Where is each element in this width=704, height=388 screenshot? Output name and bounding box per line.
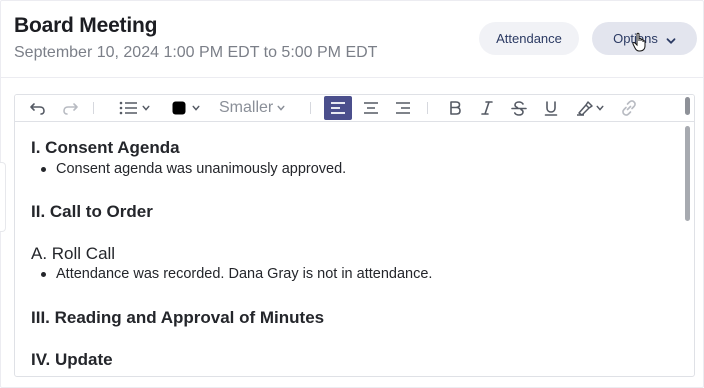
strikethrough-button[interactable] xyxy=(507,97,531,119)
chevron-down-icon xyxy=(141,104,150,112)
bold-icon xyxy=(448,100,462,116)
attendance-button-label: Attendance xyxy=(496,31,562,46)
underline-button[interactable] xyxy=(539,97,563,119)
toolbar-divider xyxy=(93,102,94,114)
align-right-icon xyxy=(395,101,411,115)
editor-content[interactable]: I. Consent Agenda Consent agenda was una… xyxy=(31,123,674,376)
notes-editor[interactable]: Smaller I. Consent Agenda Consent agenda… xyxy=(14,94,695,377)
italic-icon xyxy=(480,100,494,116)
text-color-dropdown[interactable] xyxy=(167,97,205,119)
section-heading: IV. Update xyxy=(31,350,113,369)
color-swatch-icon xyxy=(172,101,186,115)
underline-icon xyxy=(544,100,558,116)
align-center-button[interactable] xyxy=(359,97,383,119)
chevron-down-icon xyxy=(596,104,604,112)
subsection-heading: A. Roll Call xyxy=(31,244,116,263)
list-item: Consent agenda was unanimously approved. xyxy=(41,161,346,177)
link-button[interactable] xyxy=(617,97,641,119)
link-icon xyxy=(620,99,638,117)
section-heading: III. Reading and Approval of Minutes xyxy=(31,308,325,327)
toolbar-divider xyxy=(427,102,428,114)
align-right-button[interactable] xyxy=(391,97,415,119)
bullet-icon xyxy=(41,166,46,172)
meeting-title: Board Meeting xyxy=(14,14,158,37)
align-center-icon xyxy=(363,101,379,115)
bold-button[interactable] xyxy=(443,97,467,119)
meeting-datetime: September 10, 2024 1:00 PM EDT to 5:00 P… xyxy=(14,44,378,61)
bulleted-list-icon xyxy=(119,101,139,115)
content-scrollbar-thumb[interactable] xyxy=(685,126,690,221)
highlighter-icon xyxy=(576,100,594,116)
section-heading: II. Call to Order xyxy=(31,202,153,221)
undo-icon[interactable] xyxy=(27,97,49,119)
chevron-down-icon xyxy=(192,104,200,112)
list-dropdown[interactable] xyxy=(115,97,153,119)
attendance-button[interactable]: Attendance xyxy=(479,22,579,55)
toolbar-divider xyxy=(310,102,311,114)
align-left-button[interactable] xyxy=(324,96,352,120)
align-left-icon xyxy=(330,101,346,115)
strikethrough-icon xyxy=(511,100,527,116)
bullet-icon xyxy=(41,271,46,277)
list-item: Attendance was recorded. Dana Gray is no… xyxy=(41,266,432,282)
highlight-dropdown[interactable] xyxy=(571,97,609,119)
font-size-label: Smaller xyxy=(219,99,274,116)
list-item-text: Consent agenda was unanimously approved. xyxy=(56,161,347,177)
side-panel-handle[interactable] xyxy=(0,162,6,232)
font-size-dropdown[interactable]: Smaller xyxy=(219,97,291,119)
italic-button[interactable] xyxy=(475,97,499,119)
list-item-text: Attendance was recorded. Dana Gray is no… xyxy=(56,266,433,282)
redo-icon[interactable] xyxy=(59,97,81,119)
section-heading: I. Consent Agenda xyxy=(31,138,180,157)
chevron-down-icon xyxy=(277,104,285,112)
editor-toolbar: Smaller xyxy=(15,95,694,122)
toolbar-scrollbar[interactable] xyxy=(685,97,690,115)
meeting-header: Board Meeting September 10, 2024 1:00 PM… xyxy=(0,0,704,78)
hand-pointer-cursor-icon xyxy=(632,32,648,52)
chevron-down-icon xyxy=(666,34,676,44)
